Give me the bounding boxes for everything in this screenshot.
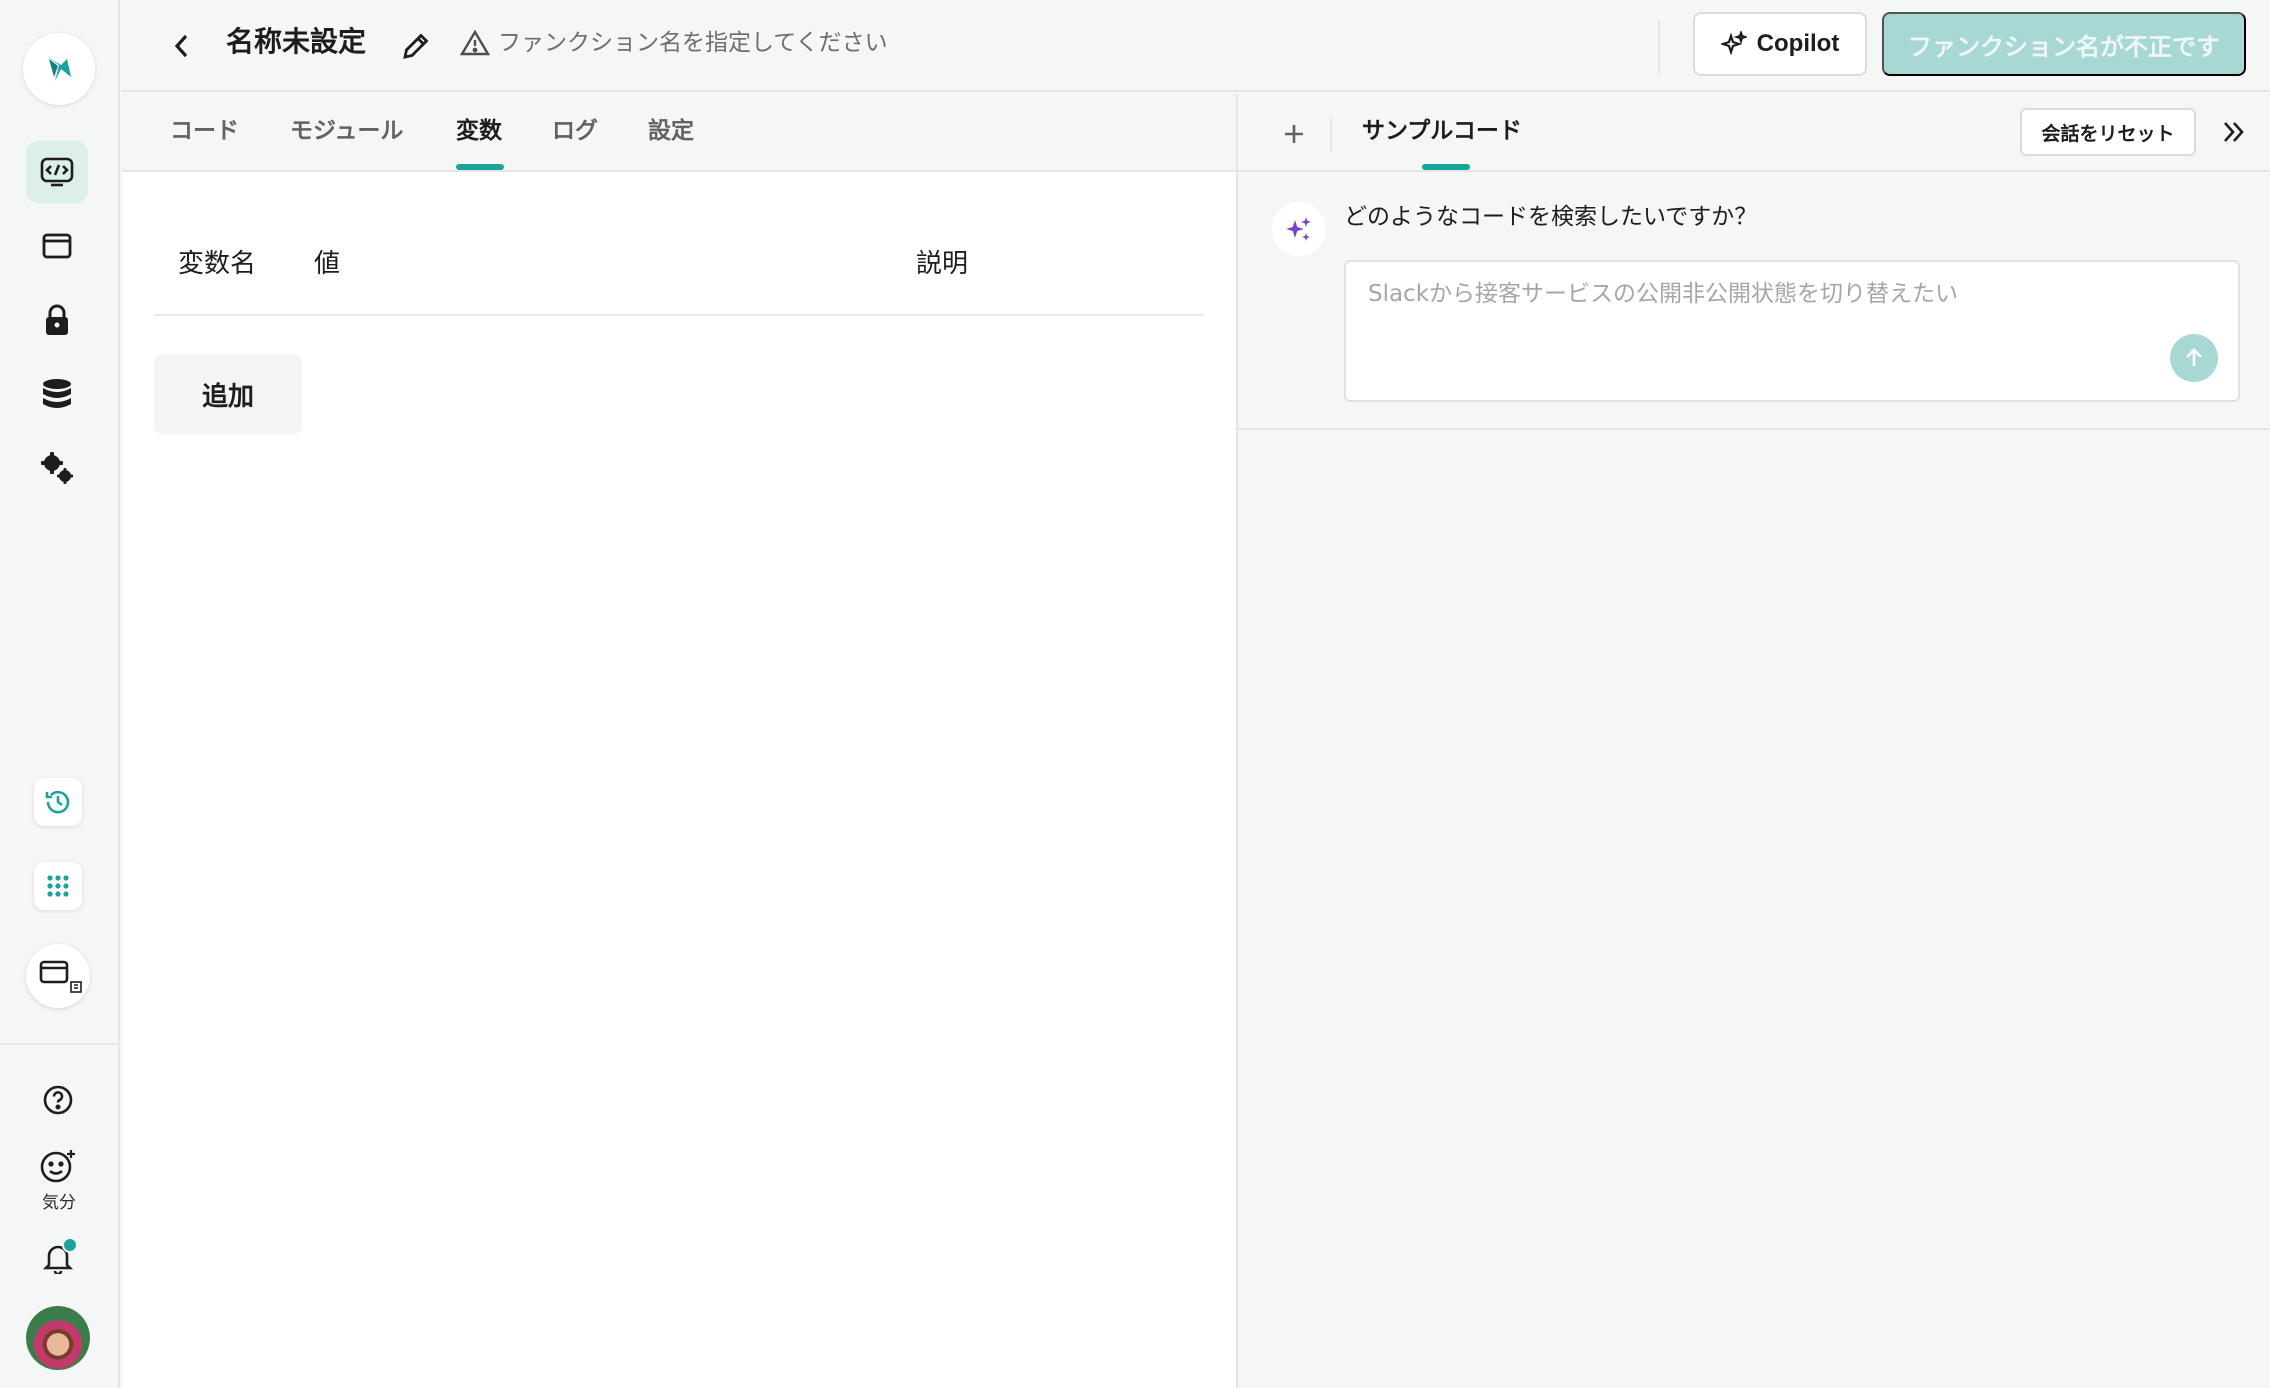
database-icon[interactable]	[26, 366, 88, 422]
ai-question: どのようなコードを検索したいですか？	[1344, 204, 1758, 230]
header-divider	[1658, 20, 1660, 74]
column-header-description: 説明	[916, 249, 969, 279]
sparkle-icon	[1720, 31, 1747, 56]
tab-modules[interactable]: モジュール	[290, 114, 403, 148]
tab-code[interactable]: コード	[170, 114, 239, 148]
gears-icon[interactable]	[26, 440, 88, 496]
reset-conversation-button[interactable]: 会話をリセット	[2020, 108, 2196, 156]
double-chevron-right-icon	[2224, 122, 2244, 142]
active-tab-indicator	[456, 164, 504, 170]
collapse-panel-button[interactable]	[2214, 112, 2254, 152]
variables-table-header: 変数名 値 説明	[154, 244, 1204, 316]
apps-grid-icon[interactable]	[34, 862, 82, 910]
warning-icon	[460, 29, 490, 56]
function-editor-icon[interactable]	[26, 141, 88, 203]
ai-avatar	[1272, 202, 1326, 256]
window-icon[interactable]	[26, 218, 88, 274]
chevron-left-icon	[174, 34, 188, 58]
send-button[interactable]	[2170, 334, 2218, 382]
edit-title-button[interactable]	[394, 24, 438, 68]
tab-divider	[1330, 118, 1332, 152]
pencil-icon	[403, 33, 429, 59]
chat-area: どのようなコードを検索したいですか？	[1238, 174, 2270, 430]
title-warning: ファンクション名を指定してください	[460, 26, 888, 60]
warning-text: ファンクション名を指定してください	[498, 30, 888, 56]
editor-tabs: コード モジュール 変数 ログ 設定	[122, 94, 1236, 172]
column-header-value: 値	[314, 249, 341, 279]
notification-badge	[62, 1237, 78, 1253]
copilot-tabbar: サンプルコード 会話をリセット	[1238, 94, 2270, 172]
variables-panel: コード モジュール 変数 ログ 設定 変数名 値 説明 追加	[122, 94, 1236, 1388]
column-header-name: 変数名	[178, 249, 257, 279]
page-title: 名称未設定	[226, 25, 367, 58]
arrow-up-icon	[2186, 348, 2202, 366]
mood-icon[interactable]	[36, 1144, 80, 1188]
tab-settings[interactable]: 設定	[648, 114, 694, 148]
back-button[interactable]	[162, 26, 202, 66]
chat-input[interactable]	[1368, 274, 2168, 314]
copilot-button[interactable]: Copilot	[1693, 12, 1867, 76]
invalid-name-submit-button[interactable]: ファンクション名が不正です	[1882, 12, 2246, 76]
ai-sparkle-icon	[1286, 217, 1311, 241]
copilot-label: Copilot	[1756, 30, 1840, 57]
active-tab-indicator	[1422, 164, 1470, 170]
window-preview-icon[interactable]	[26, 944, 90, 1008]
lock-icon[interactable]	[26, 292, 88, 348]
tab-variables[interactable]: 変数	[456, 114, 502, 148]
sidebar: 気分	[0, 0, 120, 1388]
chat-input-box	[1344, 260, 2240, 402]
new-chat-button[interactable]	[1274, 114, 1314, 154]
tab-logs[interactable]: ログ	[552, 114, 598, 148]
plus-icon	[1285, 125, 1303, 143]
tab-sample-code[interactable]: サンプルコード	[1362, 114, 1522, 148]
avatar[interactable]	[26, 1306, 90, 1370]
mood-label: 気分	[42, 1193, 76, 1213]
logo-icon[interactable]	[23, 33, 95, 105]
header: 名称未設定 ファンクション名を指定してください Copilot ファンクション名…	[122, 0, 2270, 92]
add-variable-button[interactable]: 追加	[154, 354, 302, 434]
history-icon[interactable]	[34, 778, 82, 826]
sidebar-divider	[0, 1043, 120, 1045]
help-icon[interactable]	[36, 1078, 80, 1122]
copilot-panel: サンプルコード 会話をリセット どのようなコードを検索したいですか？	[1236, 94, 2270, 1388]
